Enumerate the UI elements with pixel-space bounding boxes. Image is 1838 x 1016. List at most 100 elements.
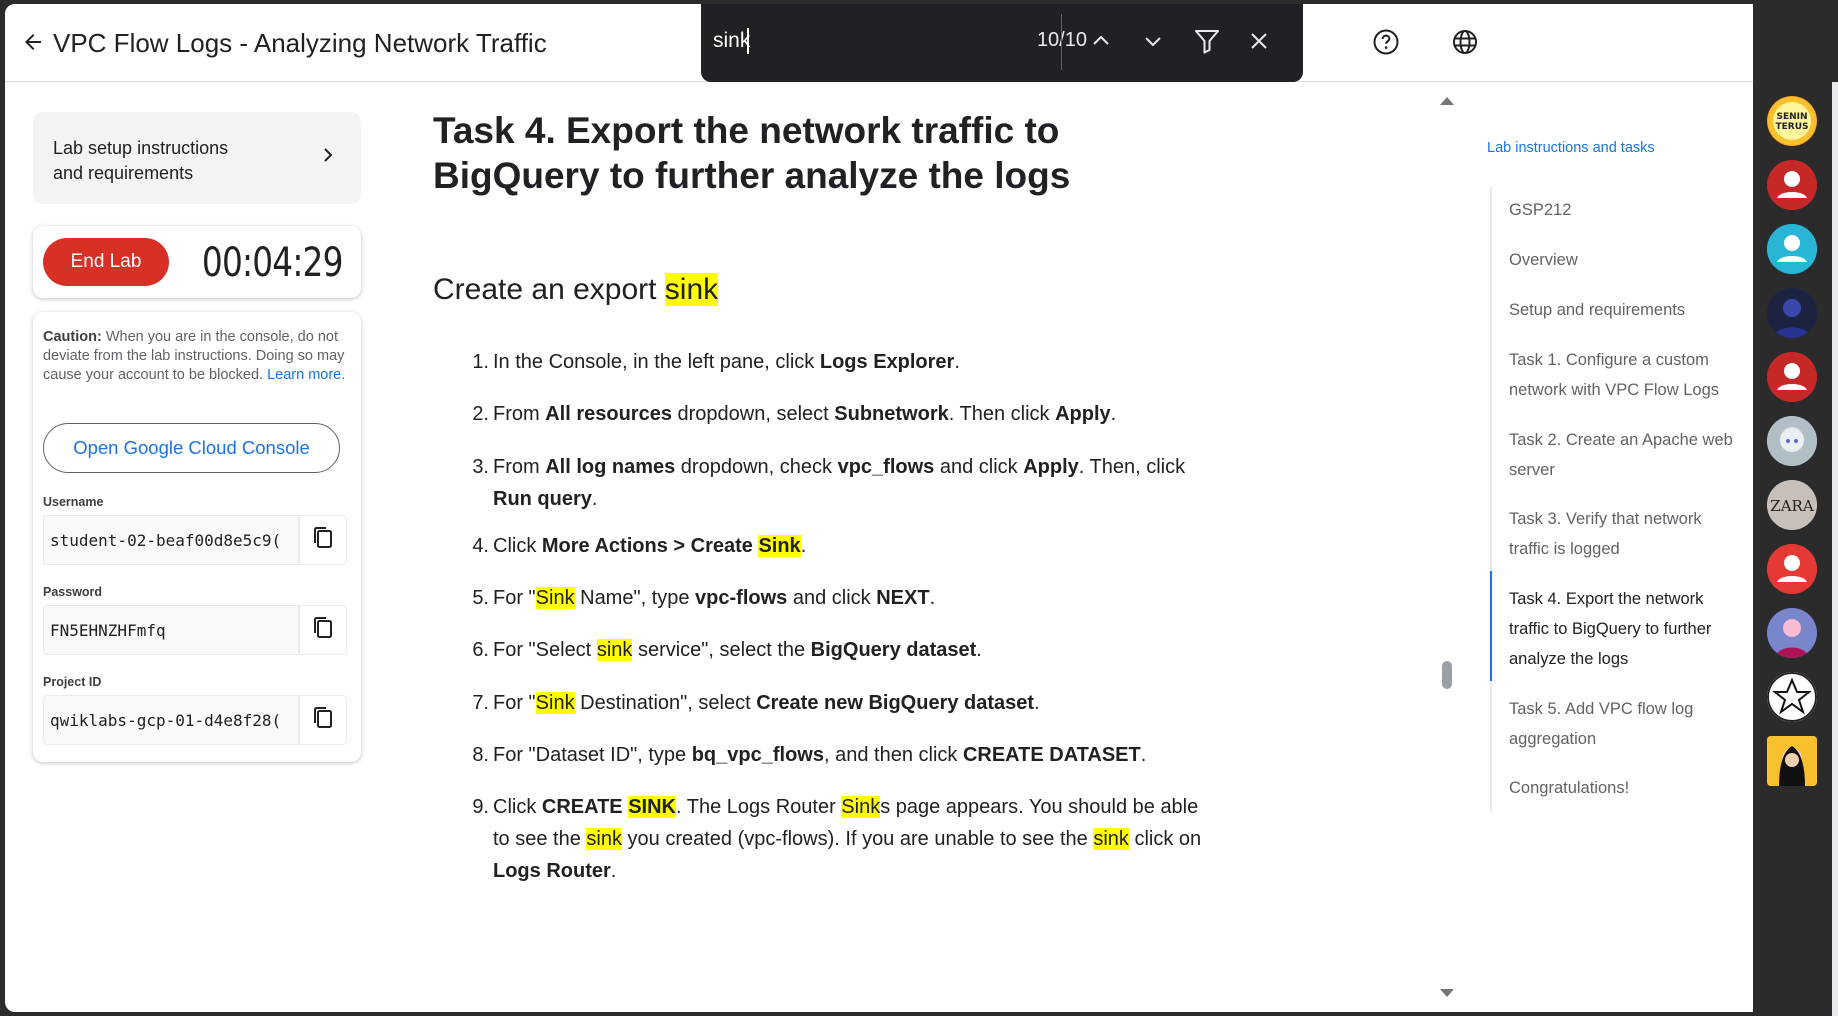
toc-item-task-4[interactable]: Task 4. Export the network traffic to Bi… bbox=[1509, 584, 1739, 674]
profile-avatar-3[interactable] bbox=[1767, 224, 1817, 274]
person-icon bbox=[1767, 352, 1817, 402]
copy-icon bbox=[312, 526, 334, 555]
project-id-value: qwiklabs-gcp-01-d4e8f28( bbox=[50, 711, 282, 730]
find-close-button[interactable] bbox=[1237, 21, 1281, 65]
lab-timer: 00:04:29 bbox=[202, 240, 344, 286]
filter-icon bbox=[1193, 27, 1221, 60]
scrollbar-thumb[interactable] bbox=[1442, 661, 1452, 689]
search-highlight: sink bbox=[664, 273, 719, 306]
profile-avatar-9[interactable] bbox=[1767, 608, 1817, 658]
lab-content: Task 4. Export the network traffic to Bi… bbox=[433, 108, 1233, 882]
back-arrow-icon bbox=[21, 30, 45, 59]
step-text: From All log names dropdown, check vpc_f… bbox=[493, 456, 1186, 510]
chevron-up-icon bbox=[1089, 29, 1113, 58]
profile-avatar-4[interactable] bbox=[1767, 288, 1817, 338]
window-edge bbox=[1832, 82, 1838, 1016]
chevron-right-icon bbox=[321, 146, 335, 169]
profile-avatar-6[interactable] bbox=[1767, 416, 1817, 466]
find-bar: 10/10 bbox=[701, 4, 1303, 82]
username-field[interactable]: student-02-beaf00d8e5c9( bbox=[43, 515, 299, 565]
step-text: Click CREATE SINK. The Logs Router Sinks… bbox=[493, 796, 1202, 882]
person-icon bbox=[1767, 160, 1817, 210]
profile-avatar-11[interactable] bbox=[1767, 736, 1817, 786]
globe-icon bbox=[1451, 28, 1479, 61]
step-text: Click More Actions > Create Sink. bbox=[493, 535, 807, 557]
section-title: Create an export sink bbox=[433, 273, 719, 307]
task-title: Task 4. Export the network traffic to Bi… bbox=[433, 110, 1071, 196]
profile-avatar-5[interactable] bbox=[1767, 352, 1817, 402]
toc-header[interactable]: Lab instructions and tasks bbox=[1487, 140, 1655, 156]
find-divider bbox=[1061, 14, 1062, 70]
help-icon bbox=[1372, 28, 1400, 61]
username-value: student-02-beaf00d8e5c9( bbox=[50, 531, 282, 550]
person-icon bbox=[1767, 224, 1817, 274]
scroll-down-arrow-icon[interactable] bbox=[1437, 986, 1457, 1005]
lab-setup-label: Lab setup instructions and requirements bbox=[53, 136, 293, 186]
copy-icon bbox=[312, 616, 334, 645]
step-number: 5. bbox=[472, 587, 489, 609]
avatar-1-text-line2: TERUS bbox=[1775, 122, 1808, 132]
project-id-label: Project ID bbox=[43, 675, 102, 689]
step-number: 4. bbox=[472, 535, 489, 557]
find-filter-button[interactable] bbox=[1185, 21, 1229, 65]
copy-password-button[interactable] bbox=[299, 605, 347, 655]
password-field[interactable]: FN5EHNZHFmfq bbox=[43, 605, 299, 655]
section-title-text: Create an export bbox=[433, 273, 665, 306]
step-number: 7. bbox=[472, 692, 489, 714]
profile-avatar-1[interactable]: SENIN TERUS bbox=[1767, 96, 1817, 146]
profile-avatar-10[interactable] bbox=[1767, 672, 1817, 722]
step-number: 9. bbox=[472, 796, 489, 818]
find-match-count: 10/10 bbox=[983, 29, 1087, 52]
step-text: In the Console, in the left pane, click … bbox=[493, 351, 960, 373]
close-icon bbox=[1247, 29, 1271, 58]
chevron-down-icon bbox=[1141, 29, 1165, 58]
step-number: 1. bbox=[472, 351, 489, 373]
end-lab-button[interactable]: End Lab bbox=[43, 238, 169, 286]
toc-item-task-1[interactable]: Task 1. Configure a custom network with … bbox=[1509, 345, 1739, 405]
toc-item-congratulations[interactable]: Congratulations! bbox=[1509, 773, 1739, 803]
step-text: For "Sink Destination", select Create ne… bbox=[493, 692, 1040, 714]
avatar-1-text-line1: SENIN bbox=[1776, 112, 1807, 122]
password-value: FN5EHNZHFmfq bbox=[50, 621, 166, 640]
project-id-field[interactable]: qwiklabs-gcp-01-d4e8f28( bbox=[43, 695, 299, 745]
step-number: 8. bbox=[472, 744, 489, 766]
toc-active-indicator bbox=[1490, 571, 1492, 681]
step-number: 2. bbox=[472, 403, 489, 425]
toc-item-task-3[interactable]: Task 3. Verify that network traffic is l… bbox=[1509, 504, 1739, 564]
find-input[interactable] bbox=[713, 26, 973, 56]
open-console-button[interactable]: Open Google Cloud Console bbox=[43, 423, 340, 473]
step-text: For "Select sink service", select the Bi… bbox=[493, 639, 982, 661]
step-text: For "Sink Name", type vpc-flows and clic… bbox=[493, 587, 936, 609]
timer-card: End Lab 00:04:29 bbox=[33, 226, 361, 298]
lab-setup-card[interactable]: Lab setup instructions and requirements bbox=[33, 112, 361, 204]
toc-item-overview[interactable]: Overview bbox=[1509, 245, 1739, 275]
toc-item-task-2[interactable]: Task 2. Create an Apache web server bbox=[1509, 425, 1739, 485]
learn-more-link[interactable]: Learn more. bbox=[267, 367, 345, 383]
profile-avatar-7[interactable]: ZARA bbox=[1767, 480, 1817, 530]
profile-avatar-8[interactable] bbox=[1767, 544, 1817, 594]
language-button[interactable] bbox=[1445, 24, 1485, 64]
step-text: For "Dataset ID", type bq_vpc_flows, and… bbox=[493, 744, 1147, 766]
copy-username-button[interactable] bbox=[299, 515, 347, 565]
text-cursor bbox=[747, 28, 749, 54]
caution-text: Caution: When you are in the console, do… bbox=[43, 328, 351, 385]
username-label: Username bbox=[43, 495, 104, 509]
help-button[interactable] bbox=[1366, 24, 1406, 64]
caution-label: Caution: bbox=[43, 329, 102, 345]
copy-icon bbox=[312, 706, 334, 735]
toc-item-gsp212[interactable]: GSP212 bbox=[1509, 195, 1739, 225]
find-next-button[interactable] bbox=[1131, 21, 1175, 65]
find-previous-button[interactable] bbox=[1079, 21, 1123, 65]
profile-avatar-2[interactable] bbox=[1767, 160, 1817, 210]
app-frame: VPC Flow Logs - Analyzing Network Traffi… bbox=[5, 4, 1753, 1012]
lab-setup-label-line1: Lab setup instructions bbox=[53, 138, 229, 158]
scroll-up-arrow-icon[interactable] bbox=[1437, 94, 1457, 113]
toc-rail bbox=[1490, 187, 1492, 812]
copy-project-id-button[interactable] bbox=[299, 695, 347, 745]
credentials-card: Caution: When you are in the console, do… bbox=[33, 312, 361, 762]
toc-item-setup[interactable]: Setup and requirements bbox=[1509, 295, 1739, 325]
back-button[interactable] bbox=[15, 26, 51, 62]
step-text: From All resources dropdown, select Subn… bbox=[493, 403, 1117, 425]
password-label: Password bbox=[43, 585, 103, 599]
toc-item-task-5[interactable]: Task 5. Add VPC flow log aggregation bbox=[1509, 694, 1739, 754]
